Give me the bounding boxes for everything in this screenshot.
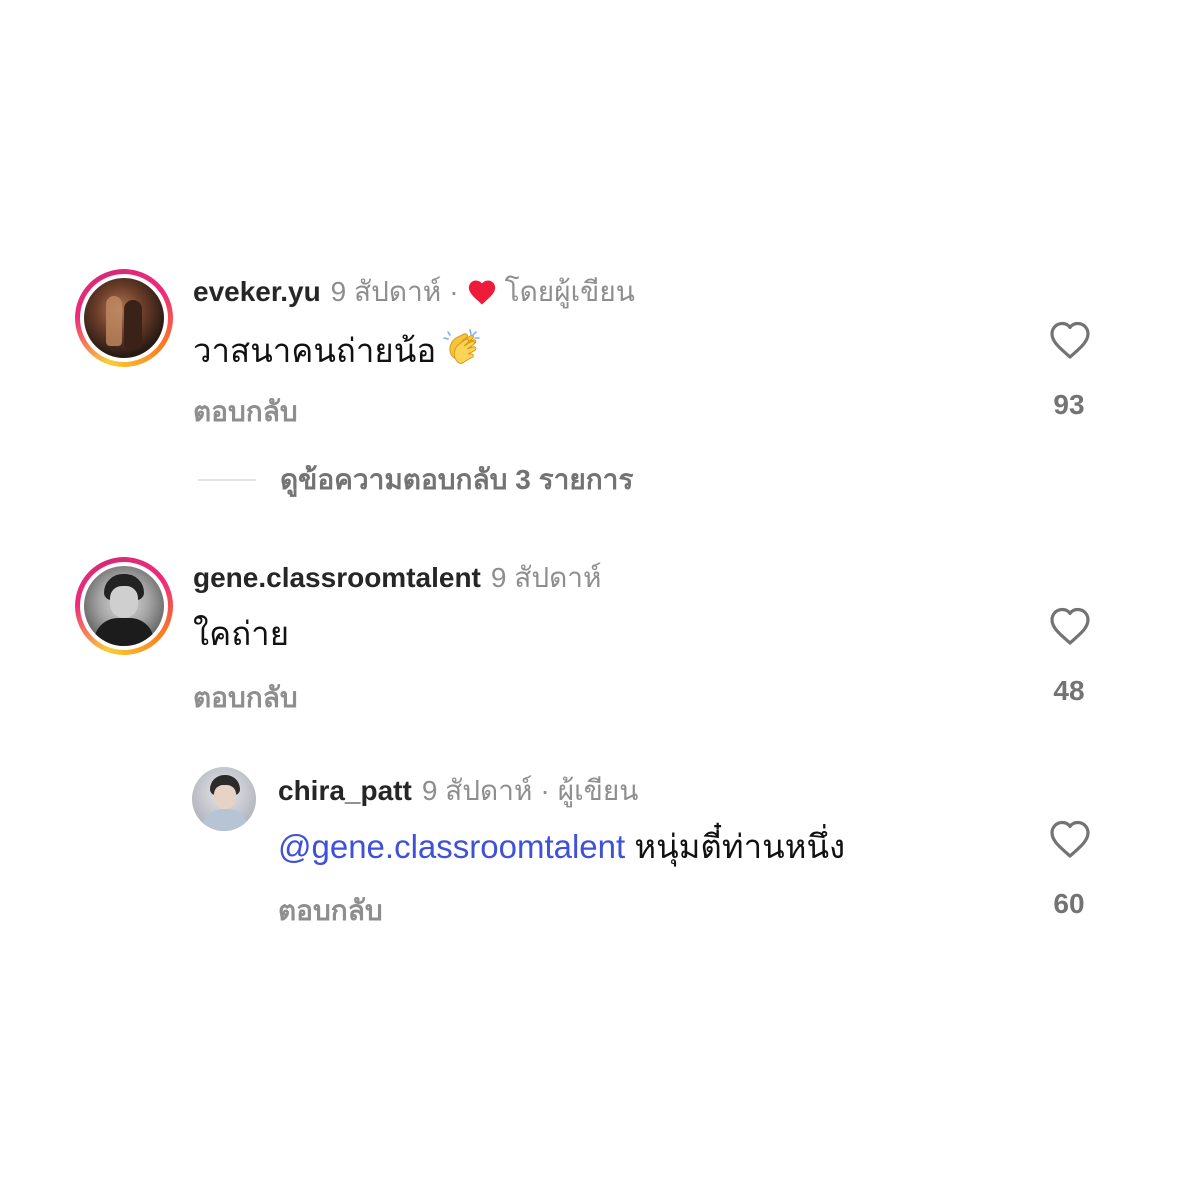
avatar — [84, 278, 164, 358]
comment-meta: chira_patt 9 สัปดาห์ · ผู้เขียน — [278, 774, 638, 808]
comment-body: วาสนาคนถ่ายน้อ — [193, 332, 437, 369]
view-replies-label: ดูข้อความตอบกลับ 3 รายการ — [280, 464, 634, 495]
like-count: 93 — [1053, 389, 1085, 420]
comment-meta: gene.classroomtalent 9 สัปดาห์ — [193, 561, 601, 595]
comment-body: ใคถ่าย — [193, 615, 290, 652]
author-label: ผู้เขียน — [557, 775, 639, 806]
timestamp: 9 สัปดาห์ — [330, 276, 442, 307]
heart-filled-icon — [468, 280, 495, 305]
username[interactable]: chira_patt — [278, 774, 412, 808]
heart-outline-icon[interactable] — [1048, 819, 1092, 859]
thread-divider — [198, 479, 256, 481]
username[interactable]: eveker.yu — [193, 275, 321, 309]
avatar — [84, 566, 164, 646]
avatar-story-ring[interactable] — [75, 269, 173, 367]
comment-meta: eveker.yu 9 สัปดาห์ · โดยผู้เขียน — [193, 275, 635, 309]
clapping-hands-emoji-icon — [443, 329, 480, 364]
reply-button[interactable]: ตอบกลับ — [278, 894, 383, 928]
comment-body: หนุ่มตี๋ท่านหนึ่ง — [634, 828, 846, 865]
timestamp: 9 สัปดาห์ — [421, 775, 533, 806]
comment-text: วาสนาคนถ่ายน้อ — [193, 326, 484, 373]
avatar[interactable] — [192, 767, 256, 831]
view-replies-button[interactable]: ดูข้อความตอบกลับ 3 รายการ — [198, 463, 633, 497]
heart-outline-icon[interactable] — [1048, 606, 1092, 646]
timestamp: 9 สัปดาห์ — [490, 562, 602, 593]
separator: · — [540, 775, 550, 806]
avatar-story-ring[interactable] — [75, 557, 173, 655]
comment-text: ใคถ่าย — [193, 612, 289, 656]
author-liked-label: โดยผู้เขียน — [504, 276, 635, 307]
mention-link[interactable]: @gene.classroomtalent — [278, 828, 625, 865]
reply-button[interactable]: ตอบกลับ — [193, 681, 298, 715]
heart-outline-icon[interactable] — [1048, 320, 1092, 360]
like-count: 60 — [1053, 888, 1085, 919]
reply-button[interactable]: ตอบกลับ — [193, 395, 298, 429]
comment-text: @gene.classroomtalent หนุ่มตี๋ท่านหนึ่ง — [278, 825, 845, 869]
separator: · — [449, 276, 459, 307]
like-count: 48 — [1053, 675, 1085, 706]
username[interactable]: gene.classroomtalent — [193, 561, 481, 595]
